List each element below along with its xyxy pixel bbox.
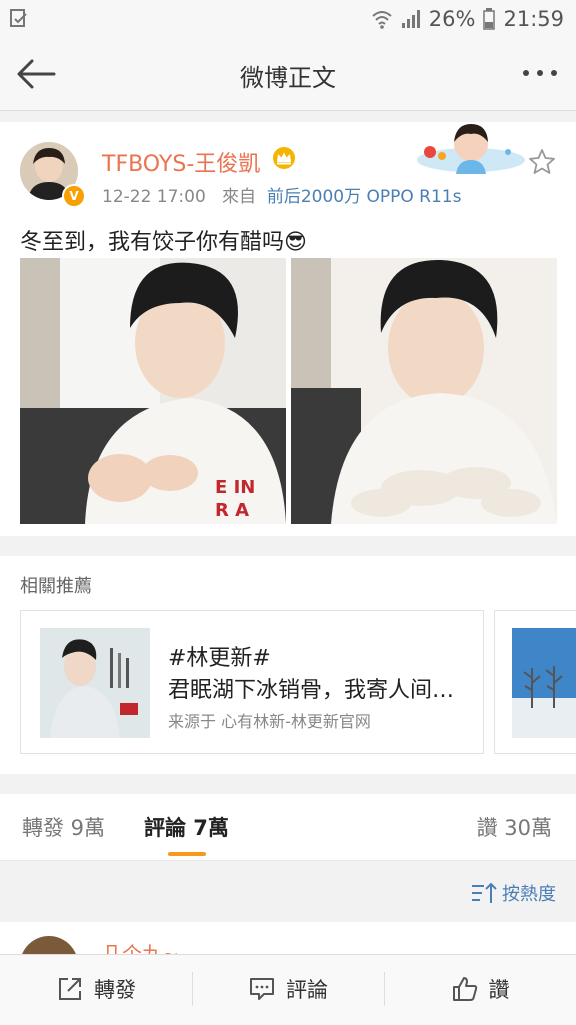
share-icon — [59, 978, 81, 1000]
signal-icon — [401, 10, 420, 28]
recommend-tag[interactable]: #林更新# — [168, 640, 271, 672]
sort-label: 按熱度 — [502, 884, 556, 905]
verified-badge-icon: V — [62, 184, 86, 208]
favorite-star-icon[interactable] — [528, 148, 556, 176]
tab-reposts[interactable]: 轉發 9萬 — [22, 812, 105, 842]
recommend-thumbnail[interactable] — [40, 628, 150, 738]
recommend-text[interactable]: 君眠湖下冰销骨，我寄人间… — [168, 672, 474, 704]
repost-label: 轉發 — [94, 978, 136, 1002]
comment-icon — [250, 978, 274, 1000]
nav-bar: 微博正文 — [0, 38, 576, 111]
comment-button[interactable]: 評論 — [192, 954, 384, 1024]
more-icon[interactable] — [518, 58, 562, 88]
repost-button[interactable]: 轉發 — [0, 954, 192, 1024]
page-title: 微博正文 — [240, 64, 336, 92]
like-button[interactable]: 讚 — [384, 954, 576, 1024]
svg-text:E IN: E IN — [215, 477, 255, 498]
active-tab-indicator — [168, 852, 206, 856]
svg-text:R A: R A — [215, 500, 249, 521]
post-image[interactable] — [291, 258, 557, 524]
crown-icon — [273, 147, 295, 169]
status-bar: 26% 21:59 — [0, 0, 576, 38]
battery-percent: 26% — [428, 7, 476, 31]
tab-likes[interactable]: 讚 30萬 — [477, 812, 552, 842]
card-decoration-image — [417, 124, 525, 174]
sort-button[interactable]: 按熱度 — [470, 880, 556, 906]
wifi-icon — [372, 11, 392, 29]
username[interactable]: TFBOYS-王俊凱 — [102, 146, 260, 178]
post-meta: 12-22 17:00 來自 前后2000万 OPPO R11s — [102, 182, 461, 207]
post-text: 冬至到，我有饺子你有醋吗😎 — [20, 230, 307, 255]
thumbs-up-icon — [452, 977, 477, 1001]
recommend-title: 相關推薦 — [20, 576, 92, 597]
tab-comments[interactable]: 評論 7萬 — [144, 812, 229, 842]
post-source[interactable]: 前后2000万 OPPO R11s — [267, 187, 462, 207]
post-image[interactable]: E IN R A — [20, 258, 286, 524]
status-right: 26% 21:59 — [371, 6, 564, 32]
sort-icon — [472, 882, 497, 903]
clock: 21:59 — [503, 7, 564, 31]
download-notification-icon — [10, 9, 27, 27]
comment-label: 評論 — [286, 978, 328, 1002]
post-time: 12-22 17:00 — [102, 187, 206, 207]
recommend-source: 来源于 心有林新-林更新官网 — [168, 712, 371, 731]
battery-icon — [483, 8, 496, 30]
like-label: 讚 — [488, 978, 510, 1002]
recommend-thumbnail[interactable] — [512, 628, 576, 738]
from-label: 來自 — [222, 187, 257, 207]
